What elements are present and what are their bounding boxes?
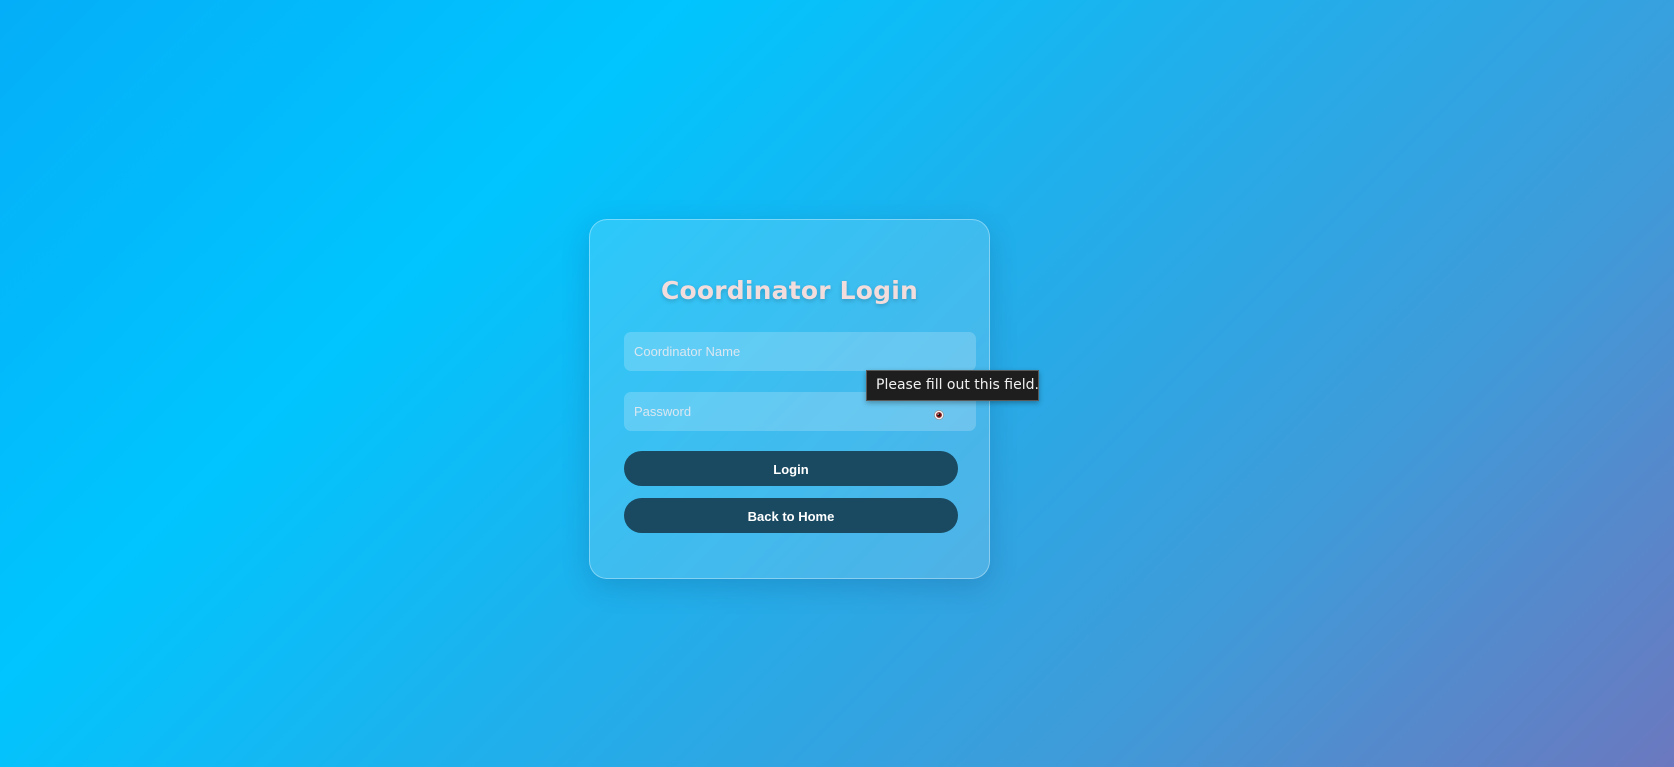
page-title: Coordinator Login: [660, 276, 919, 305]
back-to-home-button[interactable]: Back to Home: [624, 498, 958, 533]
eye-icon[interactable]: [934, 407, 944, 420]
coordinator-name-input[interactable]: [624, 332, 976, 371]
validation-tooltip: Please fill out this field.: [866, 370, 1039, 401]
login-button[interactable]: Login: [624, 451, 958, 486]
coordinator-name-field[interactable]: [624, 332, 976, 371]
